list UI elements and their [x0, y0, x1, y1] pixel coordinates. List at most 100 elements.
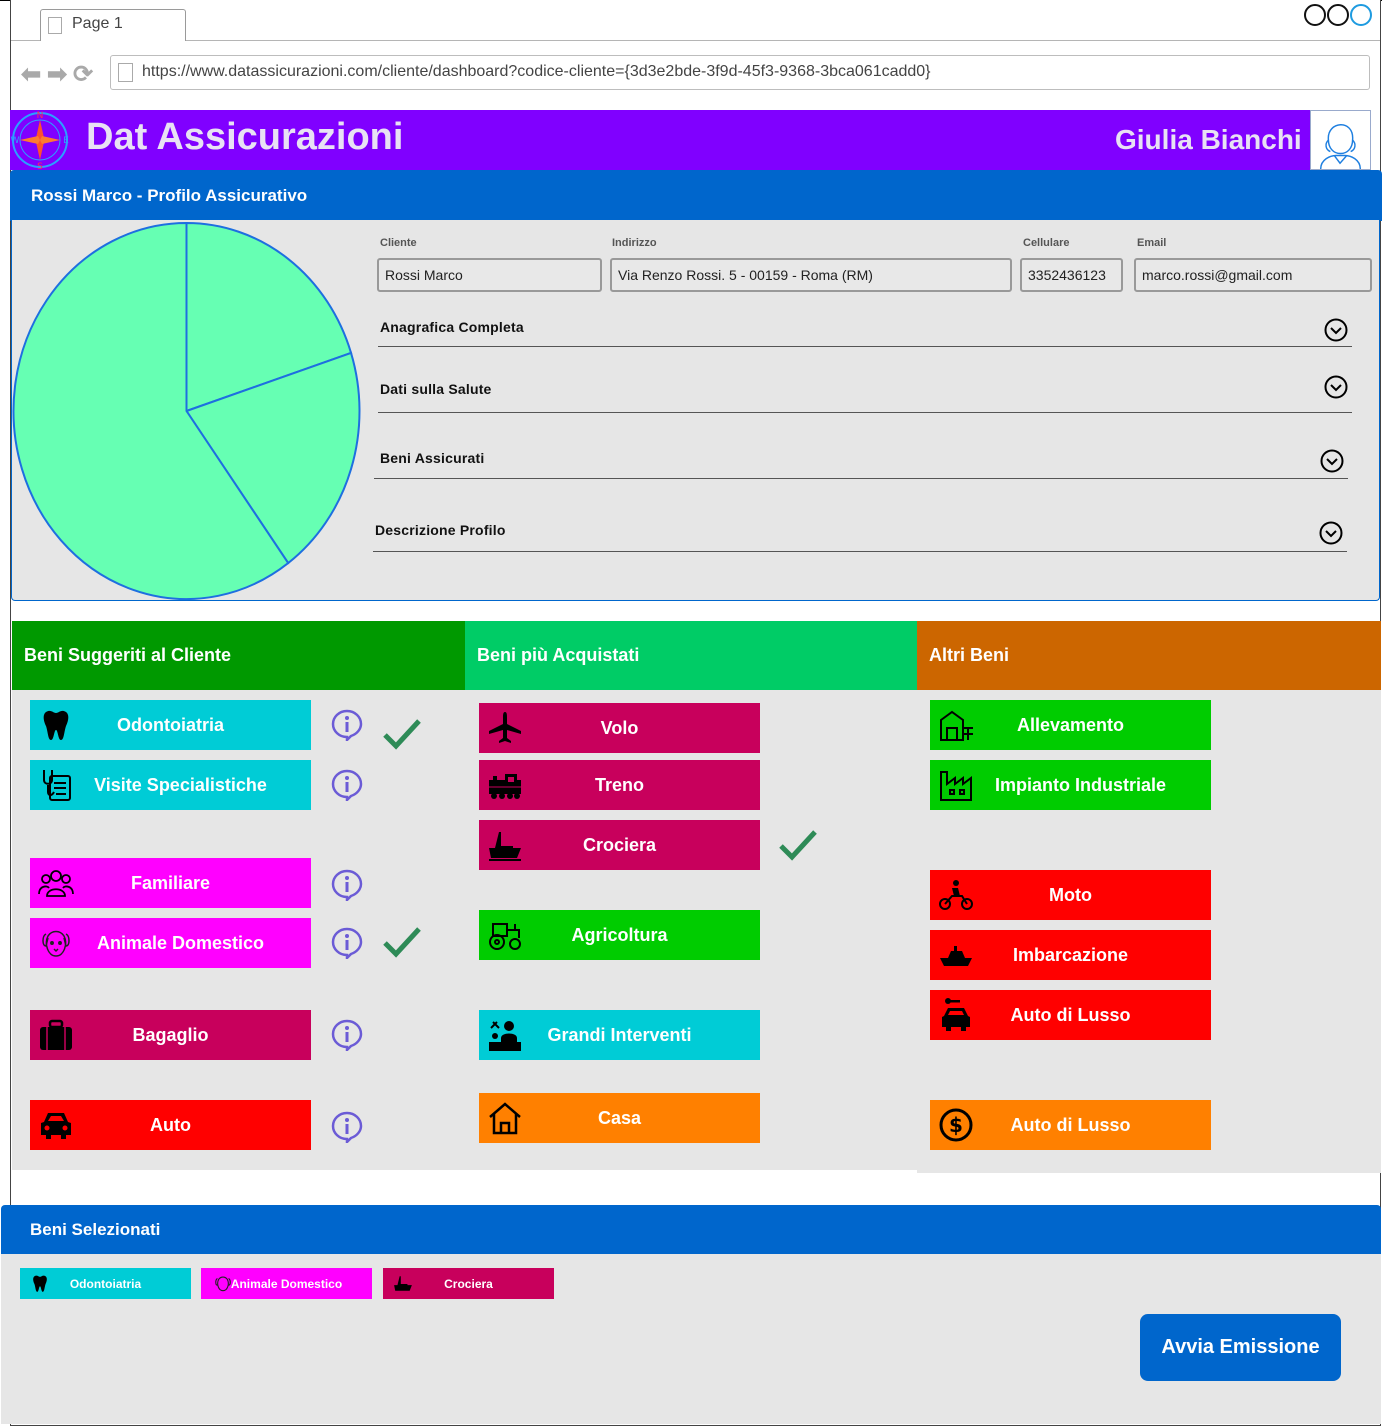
product-volo-button[interactable]: Volo: [479, 703, 760, 753]
chevron-down-icon[interactable]: [1319, 521, 1343, 545]
product-label: Allevamento: [1016, 714, 1125, 735]
email-label: Email: [1137, 237, 1167, 249]
ship-icon: [489, 832, 521, 861]
product-auto-lusso-button[interactable]: Auto di Lusso: [930, 990, 1211, 1040]
brand-title: Dat Assicurazioni: [86, 116, 404, 158]
luggage-icon: [40, 1019, 72, 1050]
accordion-divider: [378, 412, 1352, 413]
svg-text:W: W: [11, 136, 20, 146]
indirizzo-label: Indirizzo: [612, 237, 657, 249]
medical-record-icon: [43, 770, 71, 801]
product-label: Odontoiatria: [117, 714, 224, 735]
ship-icon: [394, 1276, 412, 1291]
popular-title: Beni più Acquistati: [477, 645, 640, 665]
product-label: Impianto Industriale: [994, 774, 1167, 795]
info-icon[interactable]: [331, 709, 363, 741]
product-treno-button[interactable]: Treno: [479, 760, 760, 810]
product-label: Volo: [600, 717, 639, 738]
info-icon[interactable]: [331, 927, 363, 959]
product-label: Casa: [597, 1107, 642, 1128]
product-label: Agricoltura: [571, 924, 668, 945]
cellulare-label: Cellulare: [1023, 237, 1070, 249]
svg-text:$: $: [949, 1113, 963, 1137]
email-field[interactable]: marco.rossi@gmail.com: [1134, 258, 1372, 292]
product-label: Moto: [1049, 884, 1092, 905]
accordion-salute-label[interactable]: Dati sulla Salute: [380, 381, 492, 397]
product-imbarcazione-button[interactable]: Imbarcazione: [930, 930, 1211, 980]
accordion-divider: [378, 346, 1352, 347]
product-casa-button[interactable]: Casa: [479, 1093, 760, 1143]
car-icon: [41, 1113, 71, 1139]
accordion-anagrafica-label[interactable]: Anagrafica Completa: [380, 319, 524, 335]
profile-pie-chart: [12, 221, 361, 600]
product-label: Grandi Interventi: [547, 1024, 692, 1045]
info-icon[interactable]: [331, 769, 363, 801]
train-icon: [489, 774, 521, 799]
check-icon: [779, 830, 817, 861]
selected-title: Beni Selezionati: [30, 1220, 161, 1239]
check-icon: [383, 719, 421, 750]
info-icon[interactable]: [331, 1111, 363, 1143]
product-label: Auto: [150, 1114, 191, 1135]
suggested-title: Beni Suggeriti al Cliente: [24, 645, 232, 665]
dog-icon: [42, 930, 70, 957]
product-animale-button[interactable]: Animale Domestico: [30, 918, 311, 968]
tooth-icon: [43, 710, 69, 740]
product-allevamento-button[interactable]: Allevamento: [930, 700, 1211, 750]
product-label: Auto di Lusso: [1010, 1114, 1131, 1135]
dollar-icon: $: [939, 1108, 973, 1142]
product-impianto-button[interactable]: Impianto Industriale: [930, 760, 1211, 810]
airplane-icon: [489, 712, 521, 743]
product-grandi-interventi-button[interactable]: Grandi Interventi: [479, 1010, 760, 1060]
product-label: Treno: [594, 774, 644, 795]
product-agricoltura-button[interactable]: Agricoltura: [479, 910, 760, 960]
product-bagaglio-button[interactable]: Bagaglio: [30, 1010, 311, 1060]
info-icon[interactable]: [331, 1019, 363, 1051]
selected-chip-crociera[interactable]: Crociera: [383, 1268, 554, 1299]
svg-text:E: E: [63, 136, 69, 146]
product-label: Crociera: [582, 834, 657, 855]
selected-header: [1, 1205, 1381, 1255]
user-avatar-icon[interactable]: [1310, 110, 1371, 170]
product-familiare-button[interactable]: Familiare: [30, 858, 311, 908]
product-crociera-button[interactable]: Crociera: [479, 820, 760, 870]
family-icon: [38, 870, 74, 897]
profile-title: Rossi Marco - Profilo Assicurativo: [31, 186, 308, 205]
cliente-label: Cliente: [380, 237, 417, 249]
factory-icon: [940, 771, 972, 801]
compass-logo-icon: N S W E: [11, 111, 70, 170]
chevron-down-icon[interactable]: [1320, 449, 1344, 473]
accordion-descrizione-label[interactable]: Descrizione Profilo: [375, 522, 506, 538]
boat-icon: [940, 946, 972, 966]
cellulare-field[interactable]: 3352436123: [1020, 258, 1123, 292]
chip-label: Odontoiatria: [69, 1276, 142, 1291]
info-icon[interactable]: [331, 869, 363, 901]
product-label: Visite Specialistiche: [94, 774, 267, 795]
product-auto-lusso-dollar-button[interactable]: $ Auto di Lusso: [930, 1100, 1211, 1150]
accordion-beni-label[interactable]: Beni Assicurati: [380, 450, 484, 466]
check-icon: [383, 927, 421, 958]
accordion-divider: [373, 551, 1347, 552]
product-auto-button[interactable]: Auto: [30, 1100, 311, 1150]
tractor-icon: [489, 923, 521, 950]
other-title: Altri Beni: [929, 645, 1010, 665]
chip-label: Crociera: [444, 1276, 493, 1291]
product-odontoiatria-button[interactable]: Odontoiatria: [30, 700, 311, 750]
product-visite-button[interactable]: Visite Specialistiche: [30, 760, 311, 810]
luxury-car-icon: [942, 998, 970, 1031]
svg-text:N: N: [37, 111, 44, 121]
cliente-field[interactable]: Rossi Marco: [377, 258, 602, 292]
indirizzo-field[interactable]: Via Renzo Rossi. 5 - 00159 - Roma (RM): [610, 258, 1012, 292]
chevron-down-icon[interactable]: [1324, 318, 1348, 342]
house-icon: [489, 1102, 521, 1135]
chevron-down-icon[interactable]: [1324, 375, 1348, 399]
surgery-icon: [489, 1021, 521, 1051]
dog-icon: [215, 1276, 231, 1292]
user-name[interactable]: Giulia Bianchi: [1115, 124, 1302, 156]
product-moto-button[interactable]: Moto: [930, 870, 1211, 920]
selected-chip-odontoiatria[interactable]: Odontoiatria: [20, 1268, 191, 1299]
tooth-icon: [33, 1275, 47, 1292]
avvia-emissione-button[interactable]: Avvia Emissione: [1140, 1314, 1341, 1381]
product-label: Familiare: [130, 872, 211, 893]
selected-chip-animale[interactable]: Animale Domestico: [201, 1268, 372, 1299]
